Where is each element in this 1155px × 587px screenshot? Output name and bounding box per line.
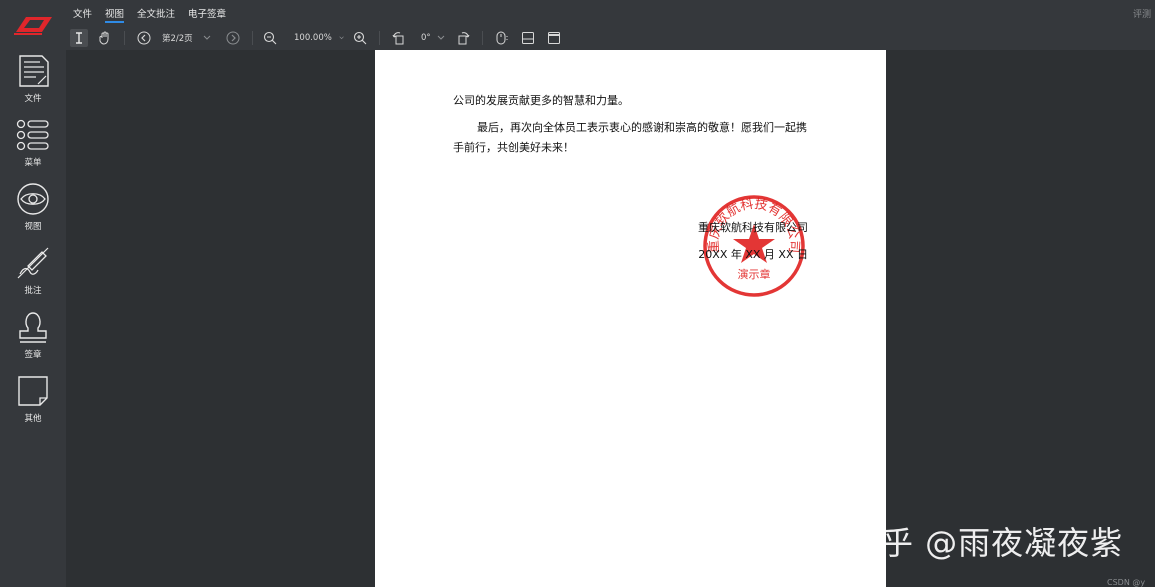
pen-annotate-icon <box>17 247 49 279</box>
chevron-right-circle-icon <box>226 31 240 45</box>
menu-view[interactable]: 视图 <box>105 6 125 23</box>
prev-page-button[interactable] <box>135 29 153 47</box>
seal-bottom-text: 演示章 <box>738 267 771 281</box>
hand-tool[interactable] <box>96 29 114 47</box>
sidebar-item-label: 菜单 <box>24 158 42 168</box>
eye-icon <box>17 183 49 215</box>
sidebar-item-label: 签章 <box>24 350 42 360</box>
signature-date: 20XX 年 XX 月 XX 日 <box>698 248 808 261</box>
sidebar-item-stamp[interactable]: 签章 <box>0 310 66 370</box>
paragraph-thanks: 最后，再次向全体员工表示衷心的感谢和崇高的敬意！愿我们一起携手前行，共创美好未来… <box>453 121 807 154</box>
chevron-left-circle-icon <box>137 31 151 45</box>
zhihu-watermark: 知乎 @雨夜凝夜紫 <box>848 524 1124 562</box>
sidebar-item-other[interactable]: 其他 <box>0 374 66 434</box>
rotate-left-icon <box>392 32 404 45</box>
hand-icon <box>99 31 109 45</box>
rotate-right-button[interactable] <box>454 29 472 47</box>
separator <box>124 31 125 45</box>
rotation-value: 0° <box>421 33 431 43</box>
toolbar: 第2/2页 100.00% 0° <box>66 26 1155 50</box>
zoom-out-icon <box>263 31 277 45</box>
text-cursor-icon <box>76 32 82 44</box>
menu-esignature[interactable]: 电子签章 <box>188 6 226 23</box>
rotate-right-icon <box>458 32 470 45</box>
chevron-down-icon <box>437 35 445 40</box>
chevron-down-icon <box>203 35 211 40</box>
menu-bar: 文件 视图 全文批注 电子签章 评测 <box>0 0 1155 26</box>
paragraph-closing: 公司的发展贡献更多的智慧和力量。 <box>453 94 629 107</box>
menu-file[interactable]: 文件 <box>73 6 92 23</box>
zoom-in-icon <box>353 31 367 45</box>
page-split-icon <box>522 32 534 44</box>
text-select-tool[interactable] <box>70 29 88 47</box>
document-page: 公司的发展贡献更多的智慧和力量。 最后，再次向全体员工表示衷心的感谢和崇高的敬意… <box>375 50 886 587</box>
logo-icon <box>14 17 52 35</box>
sidebar-item-label: 文件 <box>24 94 42 104</box>
zoom-value: 100.00% <box>294 33 332 43</box>
sidebar-item-view[interactable]: 视图 <box>0 182 66 242</box>
menu-items: 文件 视图 全文批注 电子签章 <box>73 6 239 23</box>
separator <box>379 31 380 45</box>
fullscreen-button[interactable] <box>545 29 563 47</box>
sidebar-item-annotate[interactable]: 批注 <box>0 246 66 306</box>
sidebar-item-menu[interactable]: 菜单 <box>0 118 66 178</box>
note-icon <box>18 376 48 406</box>
left-sidebar: 文件 菜单 视图 批注 签章 其他 <box>0 50 66 587</box>
zoom-out-button[interactable] <box>261 29 279 47</box>
separator <box>252 31 253 45</box>
single-page-view-button[interactable] <box>519 29 537 47</box>
reader-app: 文件 视图 全文批注 电子签章 评测 第2/2页 100.00% 0° 文件 菜… <box>0 0 1155 587</box>
document-viewport[interactable]: 公司的发展贡献更多的智慧和力量。 最后，再次向全体员工表示衷心的感谢和崇高的敬意… <box>66 50 1155 587</box>
sidebar-item-label: 批注 <box>24 286 42 296</box>
scroll-mode-button[interactable] <box>493 29 513 47</box>
page-selector[interactable]: 第2/2页 <box>162 29 218 47</box>
menu-annotate-all[interactable]: 全文批注 <box>137 6 175 23</box>
zoom-in-button[interactable] <box>351 29 369 47</box>
app-logo <box>0 0 66 50</box>
sidebar-item-file[interactable]: 文件 <box>0 54 66 114</box>
signature-company: 重庆软航科技有限公司 <box>698 221 808 234</box>
window-icon <box>548 32 560 44</box>
next-page-button[interactable] <box>224 29 242 47</box>
separator <box>482 31 483 45</box>
stamp-icon <box>19 312 47 343</box>
page-indicator: 第2/2页 <box>162 34 193 44</box>
rotation-selector[interactable]: 0° <box>421 29 449 47</box>
rotate-left-button[interactable] <box>390 29 408 47</box>
chevron-down-icon <box>339 36 344 40</box>
zoom-selector[interactable]: 100.00% <box>294 29 344 47</box>
list-menu-icon <box>16 119 49 151</box>
sidebar-item-label: 其他 <box>24 414 42 424</box>
mouse-icon <box>496 31 508 45</box>
file-icon <box>19 55 49 87</box>
csdn-watermark: CSDN @y <box>1107 578 1146 587</box>
trial-label: 评测 <box>1133 10 1152 20</box>
sidebar-item-label: 视图 <box>24 222 42 232</box>
